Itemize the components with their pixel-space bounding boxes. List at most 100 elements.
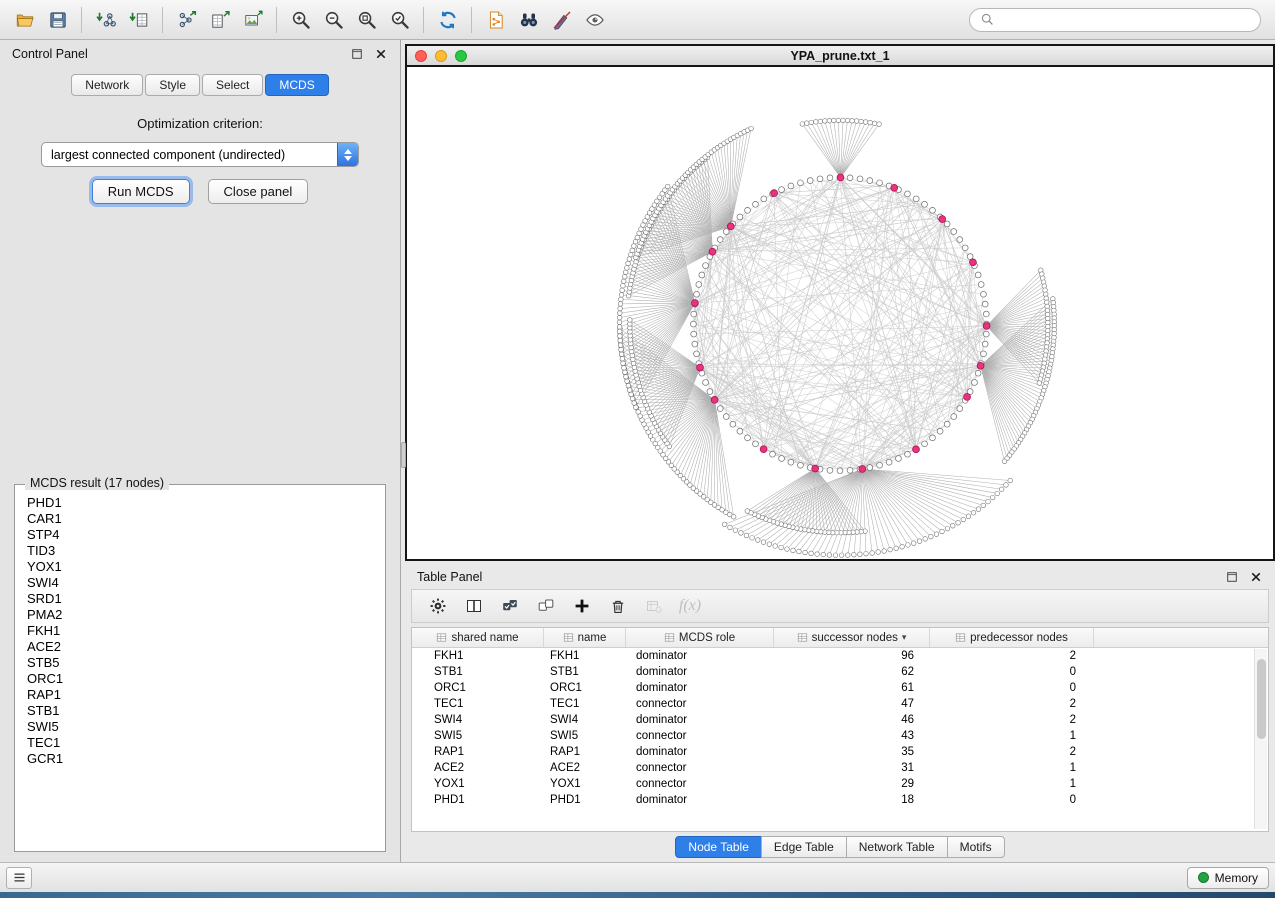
filter-icon [552, 10, 572, 30]
table-row[interactable]: STB1STB1dominator620 [412, 664, 1268, 680]
memory-button[interactable]: Memory [1187, 867, 1269, 889]
table-toolbar-button-delete[interactable] [602, 592, 634, 620]
toolbar-button-export-network[interactable] [170, 5, 203, 35]
toolbar-button-zoom-in[interactable] [284, 5, 317, 35]
close-table-panel-icon[interactable] [1249, 570, 1263, 584]
tab-select[interactable]: Select [202, 74, 263, 96]
mcds-result-item[interactable]: STB5 [27, 655, 373, 671]
panel-splitter[interactable] [401, 442, 406, 468]
close-window-button[interactable] [415, 50, 427, 62]
toolbar-separator [471, 7, 472, 33]
mcds-result-item[interactable]: RAP1 [27, 687, 373, 703]
minimize-window-button[interactable] [435, 50, 447, 62]
criterion-select[interactable]: largest connected component (undirected) [41, 142, 359, 167]
mcds-result-item[interactable]: GCR1 [27, 751, 373, 767]
mcds-result-item[interactable]: ACE2 [27, 639, 373, 655]
mcds-result-item[interactable]: STB1 [27, 703, 373, 719]
column-header-shared-name[interactable]: shared name [412, 628, 544, 647]
table-row[interactable]: TEC1TEC1connector472 [412, 696, 1268, 712]
table-toolbar-button-settings[interactable] [422, 592, 454, 620]
mcds-result-item[interactable]: SRD1 [27, 591, 373, 607]
maximize-window-button[interactable] [455, 50, 467, 62]
mcds-result-item[interactable]: PMA2 [27, 607, 373, 623]
float-table-panel-icon[interactable] [1225, 570, 1239, 584]
table-row[interactable]: SWI4SWI4dominator462 [412, 712, 1268, 728]
toolbar-button-import-table[interactable] [122, 5, 155, 35]
table-toolbar-button-select-all[interactable] [494, 592, 526, 620]
table-row[interactable]: PHD1PHD1dominator180 [412, 792, 1268, 808]
table-toolbar-button-deselect-all[interactable] [530, 592, 562, 620]
import-network-icon [96, 10, 116, 30]
tab-mcds[interactable]: MCDS [265, 74, 328, 96]
network-window-title: YPA_prune.txt_1 [407, 49, 1273, 63]
toolbar-button-filter[interactable] [545, 5, 578, 35]
column-header-predecessor-nodes[interactable]: predecessor nodes [930, 628, 1094, 647]
network-graph[interactable] [407, 67, 1273, 559]
float-panel-icon[interactable] [350, 47, 364, 61]
tab-network-table[interactable]: Network Table [846, 836, 948, 858]
network-canvas[interactable] [407, 67, 1273, 559]
table-cell: 96 [774, 648, 930, 664]
tab-style[interactable]: Style [145, 74, 200, 96]
table-toolbar-button-split-column[interactable] [458, 592, 490, 620]
export-image-icon [243, 10, 263, 30]
column-header-MCDS-role[interactable]: MCDS role [626, 628, 774, 647]
mcds-result-item[interactable]: FKH1 [27, 623, 373, 639]
table-cell: 18 [774, 792, 930, 808]
mcds-result-item[interactable]: SWI4 [27, 575, 373, 591]
table-toolbar: f(x) [411, 589, 1269, 623]
table-cell: PHD1 [412, 792, 544, 808]
mcds-result-item[interactable]: STP4 [27, 527, 373, 543]
table-cell: 1 [930, 760, 1094, 776]
table-row[interactable]: FKH1FKH1dominator962 [412, 648, 1268, 664]
column-header-successor-nodes[interactable]: successor nodes▾ [774, 628, 930, 647]
search-input[interactable] [999, 13, 1250, 27]
run-mcds-button[interactable]: Run MCDS [92, 179, 190, 204]
mcds-result-item[interactable]: YOX1 [27, 559, 373, 575]
toolbar-button-export-table[interactable] [203, 5, 236, 35]
table-row[interactable]: SWI5SWI5connector431 [412, 728, 1268, 744]
split-column-icon [465, 597, 483, 615]
toolbar-button-open-session[interactable] [8, 5, 41, 35]
mcds-result-item[interactable]: TEC1 [27, 735, 373, 751]
desktop-background [0, 892, 1275, 898]
toolbar-button-zoom-selected[interactable] [383, 5, 416, 35]
toolbar-button-zoom-out[interactable] [317, 5, 350, 35]
toolbar-button-save-session[interactable] [41, 5, 74, 35]
mcds-result-item[interactable]: ORC1 [27, 671, 373, 687]
toolbar-button-export-image[interactable] [236, 5, 269, 35]
toolbar-button-search-network[interactable] [512, 5, 545, 35]
mcds-result-item[interactable]: SWI5 [27, 719, 373, 735]
tab-motifs[interactable]: Motifs [947, 836, 1005, 858]
table-scrollbar[interactable] [1254, 649, 1267, 829]
table-row[interactable]: RAP1RAP1dominator352 [412, 744, 1268, 760]
toolbar-button-share-document[interactable] [479, 5, 512, 35]
table-row[interactable]: YOX1YOX1connector291 [412, 776, 1268, 792]
clear-icon [645, 597, 663, 615]
table-cell: 1 [930, 776, 1094, 792]
table-tabs: Node TableEdge TableNetwork TableMotifs [405, 832, 1275, 862]
close-panel-button[interactable]: Close panel [208, 179, 309, 204]
tab-edge-table[interactable]: Edge Table [761, 836, 847, 858]
mcds-result-item[interactable]: TID3 [27, 543, 373, 559]
toolbar-button-import-network[interactable] [89, 5, 122, 35]
toolbar-button-apply-layout[interactable] [431, 5, 464, 35]
search-box[interactable] [969, 8, 1261, 32]
tab-node-table[interactable]: Node Table [675, 836, 762, 858]
control-panel-header: Control Panel [0, 40, 400, 68]
toolbar-button-zoom-fit[interactable] [350, 5, 383, 35]
status-menu-button[interactable] [6, 867, 32, 889]
mcds-result-item[interactable]: PHD1 [27, 495, 373, 511]
tab-network[interactable]: Network [71, 74, 143, 96]
table-cell: connector [626, 696, 774, 712]
mcds-result-item[interactable]: CAR1 [27, 511, 373, 527]
table-toolbar-button-clear [638, 592, 670, 620]
column-header-name[interactable]: name [544, 628, 626, 647]
toolbar-button-show-hide[interactable] [578, 5, 611, 35]
toolbar-separator [276, 7, 277, 33]
scrollbar-thumb[interactable] [1257, 659, 1266, 739]
table-row[interactable]: ORC1ORC1dominator610 [412, 680, 1268, 696]
close-panel-icon[interactable] [374, 47, 388, 61]
table-row[interactable]: ACE2ACE2connector311 [412, 760, 1268, 776]
table-toolbar-button-add[interactable] [566, 592, 598, 620]
